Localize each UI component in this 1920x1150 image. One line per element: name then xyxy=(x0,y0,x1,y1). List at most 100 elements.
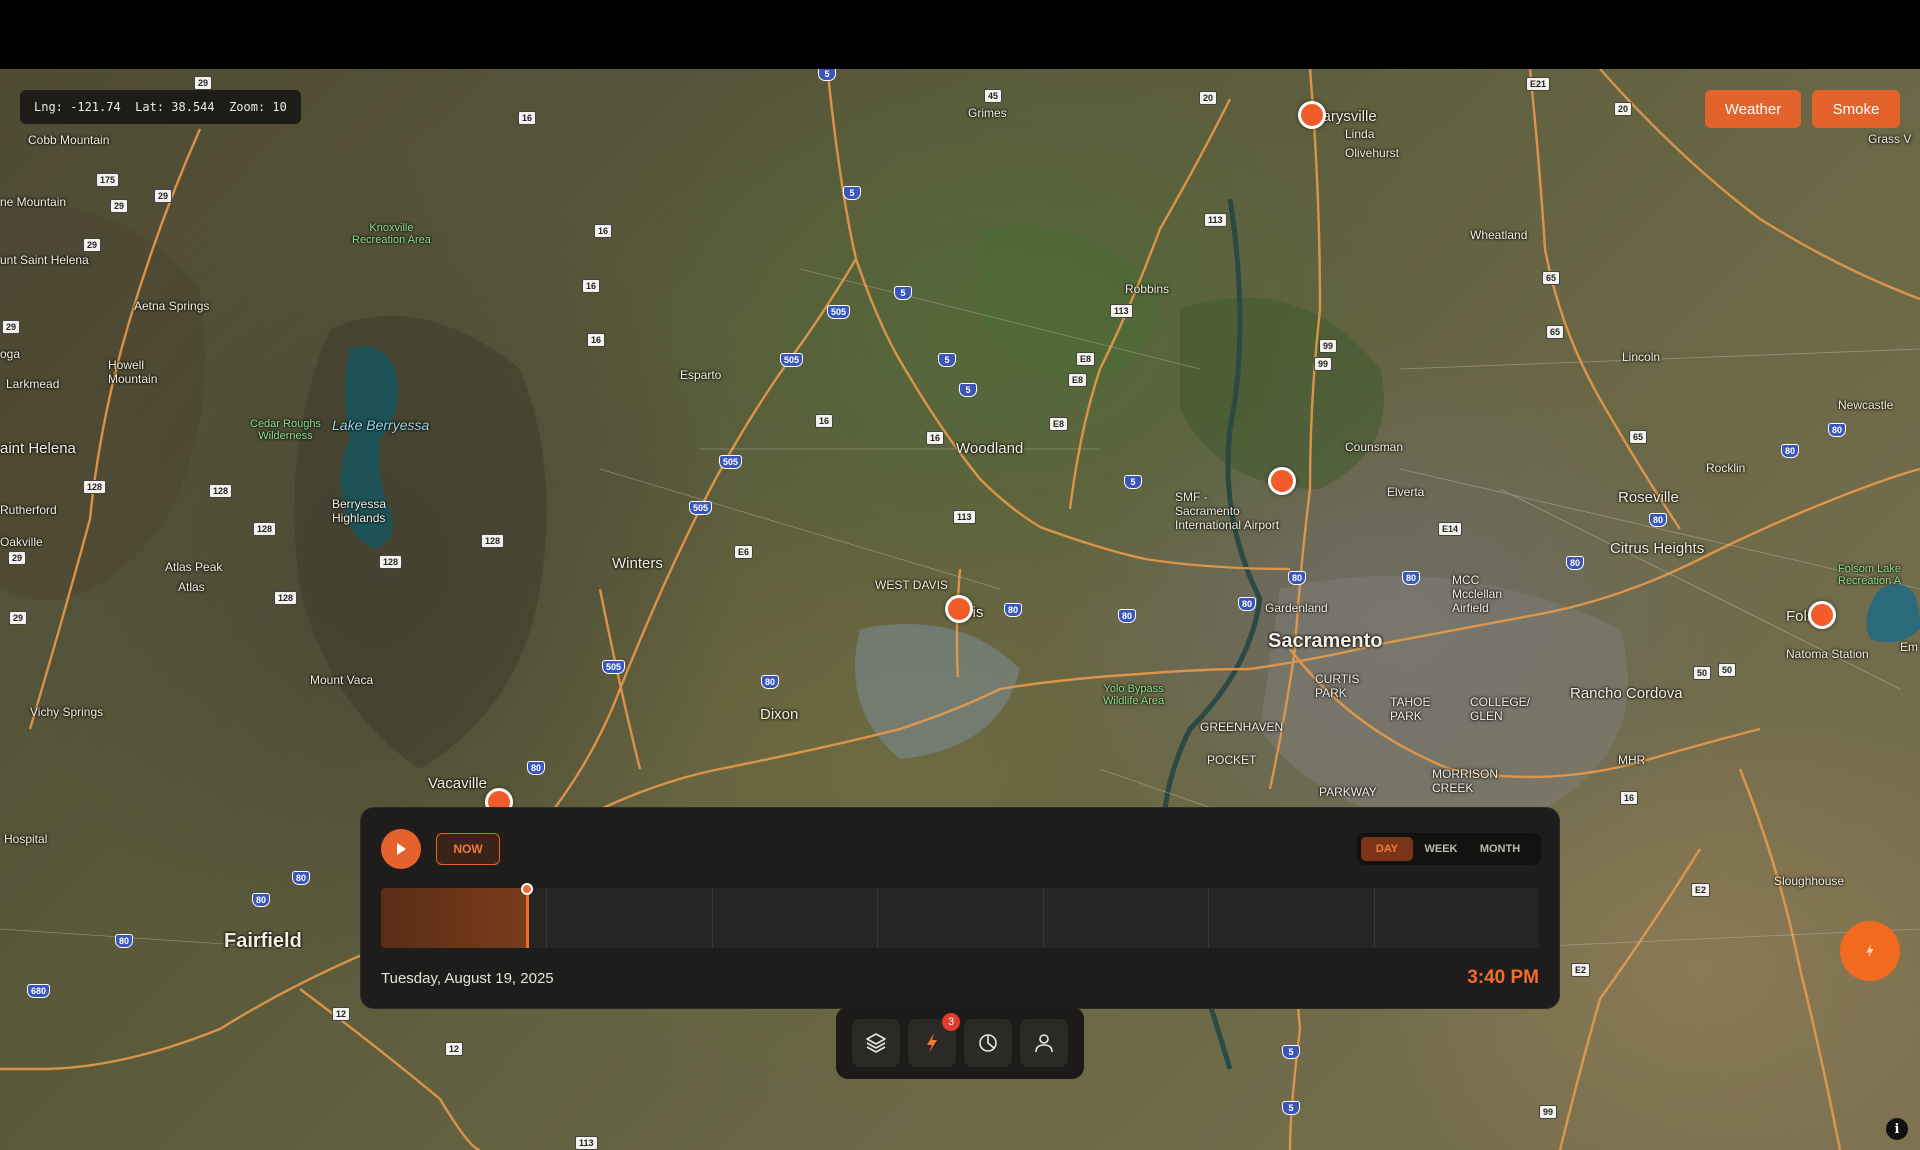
interstate-shield: 5 xyxy=(1124,475,1142,489)
interstate-shield: 80 xyxy=(1566,556,1585,570)
interstate-shield: 5 xyxy=(843,186,861,200)
place-label-rutherford: Rutherford xyxy=(0,503,57,517)
place-label-cobb: Cobb Mountain xyxy=(28,133,110,147)
place-label-esparto: Esparto xyxy=(680,368,722,382)
route-shield: E21 xyxy=(1526,77,1551,91)
layers-button[interactable] xyxy=(852,1019,900,1067)
place-label-atlas: Atlas xyxy=(178,580,205,594)
place-label-atlaspeak: Atlas Peak xyxy=(165,560,223,574)
place-label-mhr: MHR xyxy=(1618,753,1646,767)
route-shield: 128 xyxy=(209,484,233,498)
report-fire-button[interactable] xyxy=(1840,921,1900,981)
play-icon xyxy=(397,843,406,855)
theme-button[interactable] xyxy=(964,1019,1012,1067)
route-shield: 29 xyxy=(83,238,102,252)
fire-marker[interactable] xyxy=(945,595,973,623)
route-shield: 16 xyxy=(1620,791,1639,805)
route-shield: 29 xyxy=(9,611,28,625)
place-label-curtispark: CURTIS PARK xyxy=(1315,672,1360,700)
place-label-linda: Linda xyxy=(1345,127,1375,141)
route-shield: 128 xyxy=(379,555,403,569)
route-shield: 16 xyxy=(518,111,537,125)
interstate-shield: 80 xyxy=(1649,513,1668,527)
timeline-track[interactable] xyxy=(381,888,1539,948)
place-label-hospital: Hospital xyxy=(4,832,48,846)
place-label-olivehurst: Olivehurst xyxy=(1345,146,1400,160)
fires-count-badge: 3 xyxy=(942,1013,960,1031)
route-shield: E2 xyxy=(1571,963,1591,977)
route-shield: 50 xyxy=(1693,666,1712,680)
timeline-handle[interactable] xyxy=(526,888,529,948)
smoke-layer-button[interactable]: Smoke xyxy=(1812,90,1900,128)
route-shield: E8 xyxy=(1068,373,1088,387)
place-label-citrus: Citrus Heights xyxy=(1610,540,1705,557)
profile-button[interactable] xyxy=(1020,1019,1068,1067)
now-button[interactable]: NOW xyxy=(436,833,500,865)
range-option-day[interactable]: DAY xyxy=(1361,837,1413,861)
timeline-segment-divider xyxy=(1043,888,1044,948)
range-option-week[interactable]: WEEK xyxy=(1415,837,1467,861)
route-shield: 65 xyxy=(1542,271,1561,285)
place-label-greenhaven: GREENHAVEN xyxy=(1200,720,1284,734)
interstate-shield: 80 xyxy=(292,871,311,885)
interstate-shield: 5 xyxy=(938,353,956,367)
route-shield: 12 xyxy=(332,1007,351,1021)
route-shield: 20 xyxy=(1614,102,1633,116)
place-label-counsman: Counsman xyxy=(1345,440,1404,454)
place-label-oga: oga xyxy=(0,347,21,361)
place-label-dixon: Dixon xyxy=(760,706,799,723)
timeline-segment-divider xyxy=(712,888,713,948)
interstate-shield: 80 xyxy=(1402,571,1421,585)
route-shield: 16 xyxy=(582,279,601,293)
place-label-oakville: Oakville xyxy=(0,535,43,549)
route-shield: E6 xyxy=(734,545,754,559)
place-label-parkway: PARKWAY xyxy=(1319,785,1377,799)
fire-marker[interactable] xyxy=(1298,101,1326,129)
info-icon[interactable]: i xyxy=(1886,1118,1908,1140)
place-label-gardenland: Gardenland xyxy=(1265,601,1328,615)
play-button[interactable] xyxy=(381,829,421,869)
route-shield: 29 xyxy=(194,76,213,90)
user-icon xyxy=(1035,1034,1053,1053)
place-label-ranchocordova: Rancho Cordova xyxy=(1570,685,1683,702)
range-option-month[interactable]: MONTH xyxy=(1469,837,1531,861)
interstate-shield: 80 xyxy=(1828,423,1847,437)
fires-button[interactable]: 3 xyxy=(908,1013,960,1067)
fire-marker[interactable] xyxy=(1808,601,1836,629)
place-label-natoma: Natoma Station xyxy=(1786,647,1869,661)
route-shield: 128 xyxy=(481,534,505,548)
place-label-berryessahl: Berryessa Highlands xyxy=(332,497,387,525)
place-label-aetna: Aetna Springs xyxy=(134,299,210,313)
place-label-mountvaca: Mount Vaca xyxy=(310,673,374,687)
fire-marker[interactable] xyxy=(1268,467,1296,495)
route-shield: 128 xyxy=(253,522,277,536)
route-shield: 45 xyxy=(984,89,1003,103)
timeline-segment-divider xyxy=(1374,888,1375,948)
route-shield: 128 xyxy=(274,591,298,605)
place-label-mcc: MCC Mcclellan Airfield xyxy=(1452,573,1503,615)
place-label-sloughhouse: Sloughhouse xyxy=(1774,874,1845,888)
place-label-smf: SMF - Sacramento International Airport xyxy=(1175,490,1280,532)
place-label-sacramento: Sacramento xyxy=(1268,630,1383,652)
timeline-knob[interactable] xyxy=(521,883,533,895)
route-shield: 128 xyxy=(83,480,107,494)
route-shield: 113 xyxy=(575,1136,598,1150)
place-label-mtsthelena: unt Saint Helena xyxy=(0,253,89,267)
place-label-morrison: MORRISON CREEK xyxy=(1432,767,1498,795)
route-shield: 65 xyxy=(1629,430,1648,444)
route-shield: 16 xyxy=(587,333,606,347)
route-shield: E8 xyxy=(1049,417,1069,431)
timeline-time: 3:40 PM xyxy=(1467,967,1539,988)
park-label-knoxville: Knoxville Recreation Area xyxy=(352,222,431,246)
water-label-lakeberryessa: Lake Berryessa xyxy=(332,417,430,433)
fire-report-icon xyxy=(1866,943,1874,959)
timeline-segment-divider xyxy=(877,888,878,948)
interstate-shield: 80 xyxy=(761,675,780,689)
coordinates-readout: Lng: -121.74 Lat: 38.544 Zoom: 10 xyxy=(20,90,301,124)
route-shield: 29 xyxy=(2,320,21,334)
timeline-progress-fill xyxy=(381,888,527,948)
interstate-shield: 505 xyxy=(827,305,851,319)
route-shield: 99 xyxy=(1314,357,1333,371)
weather-layer-button[interactable]: Weather xyxy=(1705,90,1801,128)
place-label-robbins: Robbins xyxy=(1125,282,1170,296)
